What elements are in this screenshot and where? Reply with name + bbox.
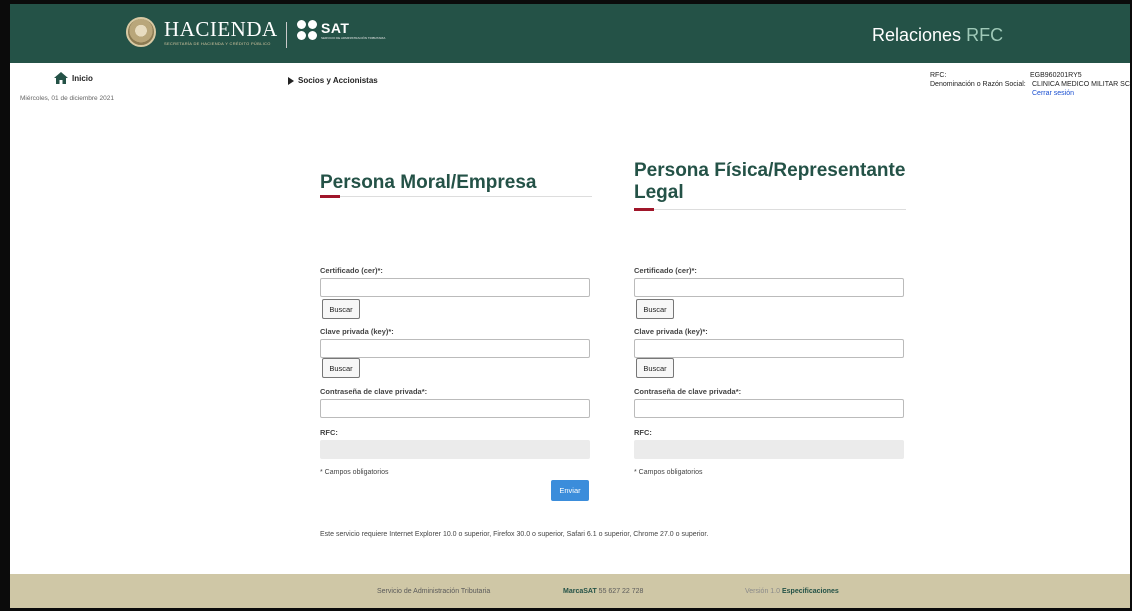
- version-label: Versión 1.0: [745, 588, 781, 595]
- footer-org: Servicio de Administración Tributaria: [377, 588, 491, 595]
- nav-socios-accionistas[interactable]: Socios y Accionistas: [288, 76, 378, 85]
- fisica-cert-browse-button[interactable]: Buscar: [636, 299, 674, 319]
- marcasat-phone: 55 627 22 728: [598, 588, 644, 595]
- nav-link-label: Socios y Accionistas: [298, 76, 378, 85]
- top-header: HACIENDA SECRETARÍA DE HACIENDA Y CRÉDIT…: [10, 4, 1130, 63]
- logo-divider: [286, 22, 287, 48]
- rfc-value: EGB960201RY5: [1030, 72, 1082, 79]
- fisica-cert-input[interactable]: [634, 278, 904, 297]
- marcasat-label: MarcaSAT: [563, 588, 597, 595]
- national-seal-icon: [126, 17, 156, 47]
- app-title-accent: RFC: [966, 25, 1004, 45]
- sat-logo[interactable]: SAT SERVICIO DE ADMINISTRACIÓN TRIBUTARI…: [297, 20, 385, 40]
- footer-marcasat: MarcaSAT 55 627 22 728: [563, 588, 643, 595]
- specifications-link[interactable]: Especificaciones: [782, 588, 839, 595]
- fisica-key-browse-button[interactable]: Buscar: [636, 358, 674, 378]
- home-icon: [54, 72, 68, 84]
- home-link[interactable]: Inicio: [54, 72, 93, 84]
- fisica-password-label: Contraseña de clave privada*:: [634, 387, 742, 396]
- moral-rfc-field: [320, 440, 590, 459]
- logout-link[interactable]: Cerrar sesión: [1032, 89, 1130, 98]
- hacienda-wordmark: HACIENDA: [164, 16, 278, 41]
- moral-cert-browse-button[interactable]: Buscar: [322, 299, 360, 319]
- fisica-rfc-label: RFC:: [634, 428, 652, 437]
- moral-key-browse-button[interactable]: Buscar: [322, 358, 360, 378]
- sat-dots-icon: [297, 20, 317, 40]
- home-label: Inicio: [72, 73, 93, 83]
- moral-cert-label: Certificado (cer)*:: [320, 266, 383, 275]
- sat-subtitle: SERVICIO DE ADMINISTRACIÓN TRIBUTARIA: [321, 35, 386, 40]
- moral-title: Persona Moral/Empresa: [320, 172, 537, 193]
- app-title: Relaciones RFC: [872, 25, 1003, 46]
- hacienda-logo[interactable]: HACIENDA SECRETARÍA DE HACIENDA Y CRÉDIT…: [126, 17, 278, 47]
- fisica-cert-label: Certificado (cer)*:: [634, 266, 697, 275]
- moral-key-label: Clave privada (key)*:: [320, 327, 394, 336]
- browser-requirements-notice: Este servicio requiere Internet Explorer…: [320, 531, 709, 538]
- moral-title-accent: [320, 195, 340, 198]
- fisica-title-accent: [634, 208, 654, 211]
- browser-page: HACIENDA SECRETARÍA DE HACIENDA Y CRÉDIT…: [10, 4, 1130, 608]
- fisica-rfc-field: [634, 440, 904, 459]
- fisica-key-label: Clave privada (key)*:: [634, 327, 708, 336]
- rfc-label: RFC:: [930, 72, 947, 79]
- sat-wordmark: SAT: [321, 19, 350, 36]
- current-date: Miércoles, 01 de diciembre 2021: [20, 95, 114, 102]
- fisica-title: Persona Física/Representante Legal: [634, 160, 906, 203]
- fisica-password-input[interactable]: [634, 399, 904, 418]
- moral-key-input[interactable]: [320, 339, 590, 358]
- razon-social-label: Denominación o Razón Social:: [930, 81, 1026, 88]
- hacienda-subtitle: SECRETARÍA DE HACIENDA Y CRÉDITO PÚBLICO: [164, 40, 271, 46]
- fisica-required-note: * Campos obligatorios: [634, 469, 703, 476]
- fisica-title-rule: [634, 209, 906, 210]
- user-info: RFC: EGB960201RY5 Denominación o Razón S…: [930, 71, 1130, 98]
- moral-cert-input[interactable]: [320, 278, 590, 297]
- footer: Servicio de Administración Tributaria Ma…: [10, 574, 1130, 608]
- moral-required-note: * Campos obligatorios: [320, 469, 389, 476]
- fisica-key-input[interactable]: [634, 339, 904, 358]
- send-button[interactable]: Enviar: [551, 480, 589, 501]
- app-title-main: Relaciones: [872, 25, 962, 45]
- footer-version: Versión 1.0 Especificaciones: [745, 588, 839, 595]
- caret-right-icon: [288, 76, 294, 85]
- moral-title-rule: [320, 196, 592, 197]
- moral-password-input[interactable]: [320, 399, 590, 418]
- razon-social-value: CLINICA MEDICO MILITAR SC: [1032, 81, 1130, 88]
- moral-rfc-label: RFC:: [320, 428, 338, 437]
- moral-password-label: Contraseña de clave privada*:: [320, 387, 428, 396]
